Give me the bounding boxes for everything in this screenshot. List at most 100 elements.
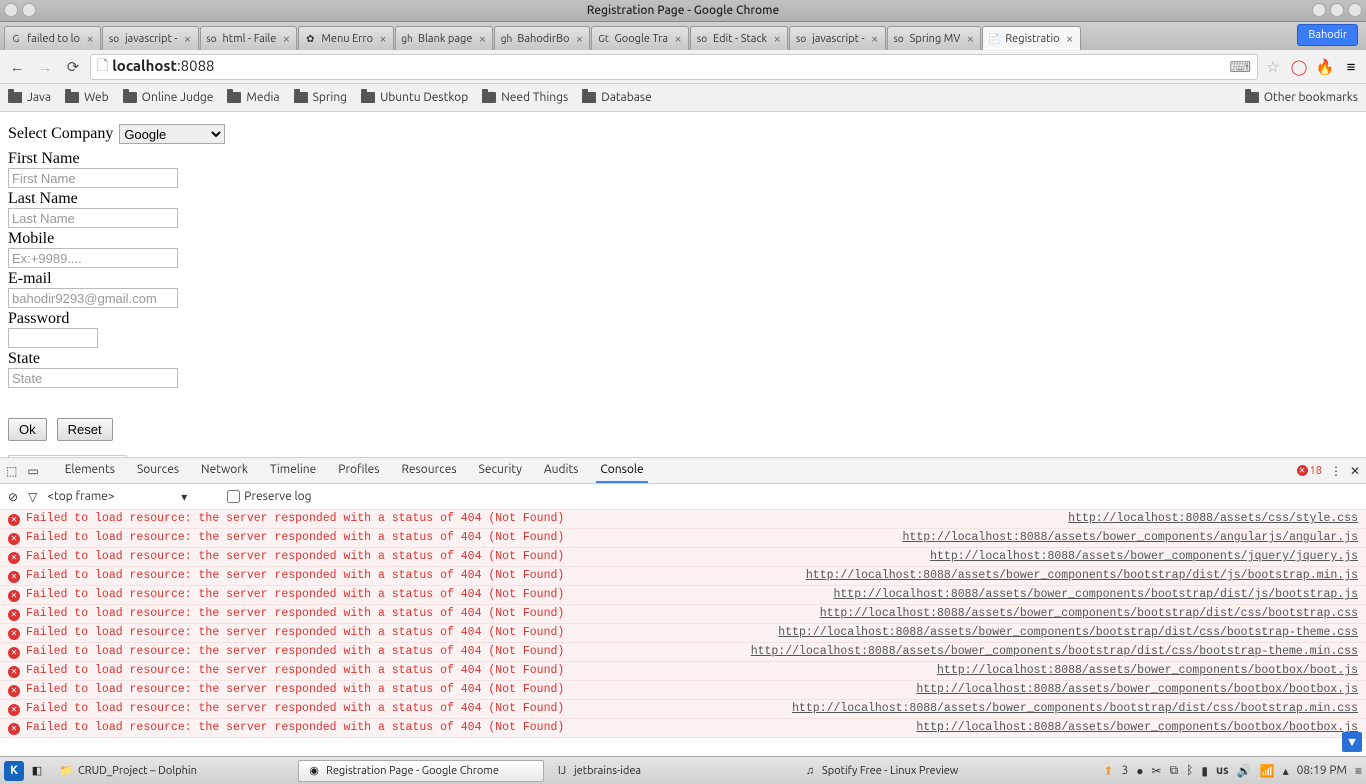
bookmark-item[interactable]: Media bbox=[227, 91, 279, 104]
close-window-icon[interactable] bbox=[1348, 3, 1362, 17]
dropbox-tray-icon[interactable]: ⧉ bbox=[1170, 764, 1179, 778]
browser-tab[interactable]: sojavascript -× bbox=[102, 26, 199, 50]
window-menu-icon[interactable] bbox=[4, 3, 18, 17]
bookmark-item[interactable]: Database bbox=[582, 91, 652, 104]
back-button[interactable]: ← bbox=[6, 56, 28, 78]
tab-close-icon[interactable]: × bbox=[869, 33, 881, 45]
tab-close-icon[interactable]: × bbox=[771, 33, 783, 45]
device-toggle-icon[interactable]: ▭ bbox=[27, 464, 38, 478]
error-source-link[interactable]: http://localhost:8088/assets/bower_compo… bbox=[930, 550, 1358, 564]
menu-icon[interactable]: ≡ bbox=[1342, 58, 1360, 76]
error-source-link[interactable]: http://localhost:8088/assets/bower_compo… bbox=[778, 626, 1358, 640]
network-tray-icon[interactable]: 📶 bbox=[1260, 764, 1275, 778]
bookmark-item[interactable]: Spring bbox=[294, 91, 348, 104]
error-source-link[interactable]: http://localhost:8088/assets/bower_compo… bbox=[916, 683, 1358, 697]
devtools-tab[interactable]: Resources bbox=[397, 458, 460, 483]
filter-icon[interactable]: ▽ bbox=[28, 490, 37, 504]
devtools-tab[interactable]: Console bbox=[596, 458, 647, 483]
chrome-user-button[interactable]: Bahodir bbox=[1297, 24, 1358, 46]
bookmark-item[interactable]: Web bbox=[65, 91, 109, 104]
browser-tab[interactable]: soSpring MV× bbox=[887, 26, 982, 50]
error-source-link[interactable]: http://localhost:8088/assets/bower_compo… bbox=[916, 721, 1358, 735]
window-pin-icon[interactable] bbox=[22, 3, 36, 17]
error-source-link[interactable]: http://localhost:8088/assets/bower_compo… bbox=[751, 645, 1358, 659]
tab-close-icon[interactable]: × bbox=[182, 33, 194, 45]
email-input[interactable] bbox=[8, 288, 178, 308]
tab-close-icon[interactable]: × bbox=[573, 33, 585, 45]
frame-selector[interactable]: <top frame> ▾ bbox=[47, 490, 217, 504]
spotify-tray-icon[interactable]: ● bbox=[1136, 764, 1143, 778]
browser-tab[interactable]: Gfailed to lo× bbox=[4, 26, 101, 50]
desktop-pager[interactable]: 3 bbox=[1121, 764, 1128, 777]
inspect-icon[interactable]: ⬚ bbox=[6, 464, 17, 478]
devtools-tab[interactable]: Audits bbox=[540, 458, 583, 483]
minimize-icon[interactable] bbox=[1312, 3, 1326, 17]
tab-close-icon[interactable]: × bbox=[1064, 33, 1076, 45]
clipboard-tray-icon[interactable]: ✂ bbox=[1152, 764, 1162, 778]
address-bar[interactable]: 🗋 localhost:8088 ⌨ bbox=[90, 54, 1258, 80]
devtools-tab[interactable]: Timeline bbox=[266, 458, 320, 483]
reload-button[interactable]: ⟳ bbox=[62, 56, 84, 78]
preserve-log-checkbox[interactable]: Preserve log bbox=[227, 490, 311, 503]
password-input[interactable] bbox=[8, 328, 98, 348]
star-icon[interactable]: ☆ bbox=[1264, 58, 1282, 76]
expand-tray-icon[interactable]: ▴ bbox=[1283, 764, 1289, 778]
bookmark-item[interactable]: Online Judge bbox=[123, 91, 214, 104]
devtools-tab[interactable]: Elements bbox=[61, 458, 119, 483]
battery-tray-icon[interactable]: ▮ bbox=[1201, 764, 1208, 778]
bookmark-item[interactable]: Ubuntu Destkop bbox=[361, 91, 468, 104]
company-select[interactable]: Google bbox=[119, 124, 225, 144]
tab-close-icon[interactable]: × bbox=[672, 33, 684, 45]
volume-tray-icon[interactable]: 🔊 bbox=[1237, 764, 1252, 778]
browser-tab[interactable]: sojavascript -× bbox=[789, 26, 886, 50]
tab-close-icon[interactable]: × bbox=[280, 33, 292, 45]
bluetooth-tray-icon[interactable]: ᛒ bbox=[1186, 764, 1193, 777]
mobile-input[interactable] bbox=[8, 248, 178, 268]
error-source-link[interactable]: http://localhost:8088/assets/bower_compo… bbox=[792, 702, 1358, 716]
bookmark-item[interactable]: Java bbox=[8, 91, 51, 104]
devtools-tab[interactable]: Network bbox=[197, 458, 252, 483]
error-source-link[interactable]: http://localhost:8088/assets/css/style.c… bbox=[1068, 512, 1358, 526]
devtools-tab[interactable]: Security bbox=[475, 458, 526, 483]
flame-extension-icon[interactable]: 🔥 bbox=[1316, 58, 1334, 76]
keyboard-layout[interactable]: us bbox=[1216, 764, 1229, 777]
taskbar-item[interactable]: ◉Registration Page - Google Chrome bbox=[298, 760, 544, 782]
taskbar-item[interactable]: ♫Spotify Free - Linux Preview bbox=[794, 760, 1040, 782]
kde-start-icon[interactable]: K bbox=[4, 761, 24, 781]
update-icon[interactable]: ⬆ bbox=[1103, 764, 1113, 778]
translate-icon[interactable]: ⌨ bbox=[1229, 58, 1251, 76]
browser-tab[interactable]: sohtml - Faile× bbox=[200, 26, 298, 50]
devtools-tab[interactable]: Sources bbox=[133, 458, 183, 483]
error-source-link[interactable]: http://localhost:8088/assets/bower_compo… bbox=[903, 531, 1358, 545]
taskbar-item[interactable]: 📁CRUD_Project – Dolphin bbox=[50, 760, 296, 782]
activity-icon[interactable]: ◧ bbox=[30, 764, 44, 778]
devtools-tab[interactable]: Profiles bbox=[334, 458, 383, 483]
browser-tab[interactable]: 📄Registratio× bbox=[982, 26, 1080, 50]
opera-extension-icon[interactable]: ◯ bbox=[1290, 58, 1308, 76]
tab-close-icon[interactable]: × bbox=[476, 33, 488, 45]
browser-tab[interactable]: soEdit - Stack× bbox=[690, 26, 788, 50]
browser-tab[interactable]: ghBlank page× bbox=[395, 26, 493, 50]
error-source-link[interactable]: http://localhost:8088/assets/bower_compo… bbox=[806, 569, 1358, 583]
console-output[interactable]: ✕Failed to load resource: the server res… bbox=[0, 510, 1366, 756]
tab-close-icon[interactable]: × bbox=[84, 33, 96, 45]
devtools-close-icon[interactable]: ✕ bbox=[1350, 464, 1360, 478]
ok-button[interactable]: Ok bbox=[8, 418, 47, 441]
other-bookmarks[interactable]: Other bookmarks bbox=[1245, 91, 1358, 104]
taskbar-item[interactable]: IJjetbrains-idea bbox=[546, 760, 792, 782]
devtools-menu-icon[interactable]: ⋮ bbox=[1330, 464, 1342, 478]
scroll-down-icon[interactable]: ▼ bbox=[1342, 732, 1362, 752]
state-input[interactable] bbox=[8, 368, 178, 388]
browser-tab[interactable]: GtGoogle Tra× bbox=[591, 26, 689, 50]
forward-button[interactable]: → bbox=[34, 56, 56, 78]
reset-button[interactable]: Reset bbox=[57, 418, 113, 441]
browser-tab[interactable]: ✿Menu Erro× bbox=[298, 26, 394, 50]
error-count[interactable]: ✕18 bbox=[1297, 465, 1322, 477]
maximize-icon[interactable] bbox=[1330, 3, 1344, 17]
browser-tab[interactable]: ghBahodirBo× bbox=[494, 26, 590, 50]
notifications-tray-icon[interactable]: ≡ bbox=[1355, 764, 1362, 778]
clear-console-icon[interactable]: ⊘ bbox=[8, 490, 18, 504]
error-source-link[interactable]: http://localhost:8088/assets/bower_compo… bbox=[937, 664, 1358, 678]
last-name-input[interactable] bbox=[8, 208, 178, 228]
error-source-link[interactable]: http://localhost:8088/assets/bower_compo… bbox=[834, 588, 1359, 602]
